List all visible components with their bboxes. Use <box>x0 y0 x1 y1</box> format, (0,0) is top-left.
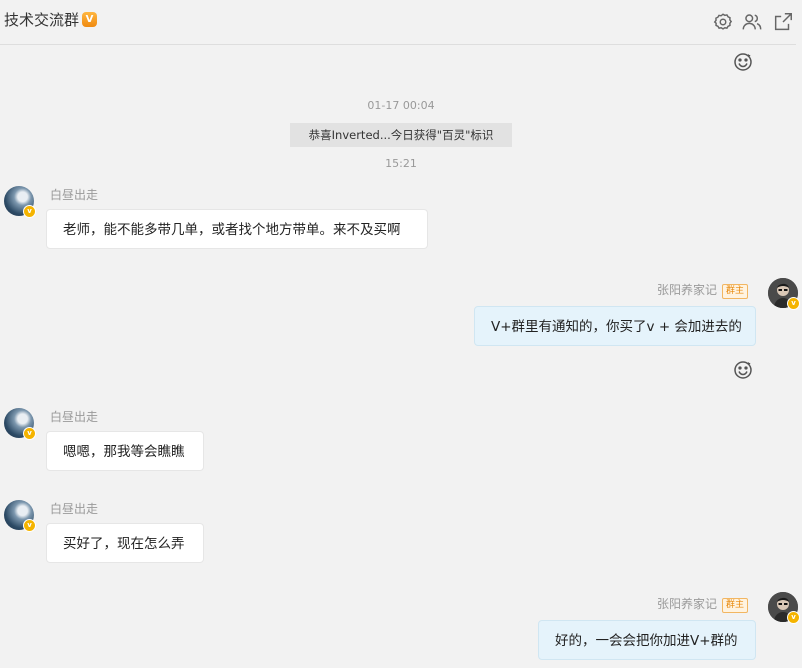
verified-badge-icon: v <box>23 427 36 440</box>
timestamp: 01-17 00:04 <box>367 99 435 112</box>
verified-badge-icon: v <box>23 519 36 532</box>
vip-badge-icon: V <box>82 12 98 27</box>
verified-badge-icon: v <box>23 205 36 218</box>
chat-title-group: 技术交流群 V <box>4 9 98 30</box>
emoji-reaction-icon[interactable] <box>732 51 754 73</box>
sender-name-group: 张阳养家记 群主 <box>657 281 748 299</box>
avatar[interactable]: v <box>4 408 36 440</box>
avatar[interactable]: v <box>768 278 800 310</box>
message-bubble[interactable]: 嗯嗯，那我等会瞧瞧 <box>46 431 204 471</box>
avatar[interactable]: v <box>4 500 36 532</box>
chat-header: 技术交流群 V <box>0 0 796 45</box>
emoji-reaction-icon[interactable] <box>732 359 754 381</box>
message-bubble[interactable]: 好的，一会会把你加进V+群的 <box>538 620 756 660</box>
group-title: 技术交流群 <box>4 11 80 29</box>
avatar[interactable]: v <box>768 592 800 624</box>
verified-badge-icon: v <box>787 611 800 624</box>
avatar[interactable]: v <box>4 186 36 218</box>
sender-name[interactable]: 白昼出走 <box>50 500 98 517</box>
share-icon[interactable] <box>772 11 794 33</box>
owner-tag: 群主 <box>721 598 748 613</box>
sender-name[interactable]: 白昼出走 <box>50 408 98 425</box>
system-notice: 恭喜Inverted...今日获得"百灵"标识 <box>290 123 512 147</box>
message-bubble[interactable]: V+群里有通知的，你买了v + 会加进去的 <box>474 306 756 346</box>
message-bubble[interactable]: 老师，能不能多带几单，或者找个地方带单。来不及买啊 <box>46 209 428 249</box>
owner-tag: 群主 <box>721 284 748 299</box>
verified-badge-icon: v <box>787 297 800 310</box>
sender-name-group: 张阳养家记 群主 <box>657 595 748 613</box>
sender-name[interactable]: 白昼出走 <box>50 186 98 203</box>
members-icon[interactable] <box>741 11 763 33</box>
sender-name[interactable]: 张阳养家记 <box>657 283 717 297</box>
sender-name[interactable]: 张阳养家记 <box>657 597 717 611</box>
timestamp: 15:21 <box>385 157 417 170</box>
gear-icon[interactable] <box>712 11 734 33</box>
message-bubble[interactable]: 买好了，现在怎么弄 <box>46 523 204 563</box>
